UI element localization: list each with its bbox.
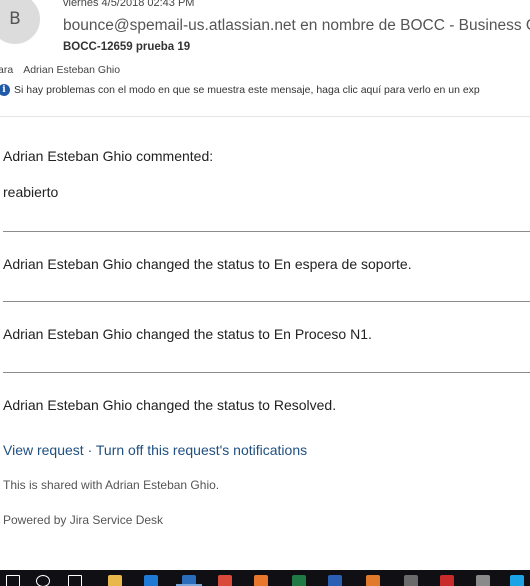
sublime-icon[interactable] bbox=[366, 575, 380, 586]
header-divider bbox=[0, 116, 530, 117]
app-icon[interactable] bbox=[404, 575, 418, 586]
info-icon: i bbox=[0, 84, 10, 96]
link-separator: · bbox=[87, 442, 93, 458]
outlook-icon[interactable] bbox=[176, 575, 202, 586]
sender-avatar: B bbox=[0, 0, 40, 44]
windows-start-icon[interactable] bbox=[6, 575, 20, 586]
status-change: Adrian Esteban Ghio changed the status t… bbox=[3, 326, 372, 342]
to-recipient[interactable]: Adrian Esteban Ghio bbox=[23, 64, 120, 76]
turn-off-notifications-link[interactable]: Turn off this request's notifications bbox=[96, 442, 307, 458]
search-icon[interactable] bbox=[36, 575, 50, 586]
status-change: Adrian Esteban Ghio changed the status t… bbox=[3, 256, 412, 272]
divider bbox=[3, 231, 530, 232]
chrome-icon[interactable] bbox=[218, 575, 232, 586]
word-icon[interactable] bbox=[328, 575, 342, 586]
view-request-link[interactable]: View request bbox=[3, 442, 84, 458]
status-change: Adrian Esteban Ghio changed the status t… bbox=[3, 397, 337, 413]
edge-icon[interactable] bbox=[144, 575, 158, 586]
powered-by-text: Powered by Jira Service Desk bbox=[3, 513, 164, 527]
email-header: B viernes 4/5/2018 02:43 PM bounce@spema… bbox=[0, 0, 530, 118]
photo-icon[interactable] bbox=[476, 575, 490, 586]
file-explorer-icon[interactable] bbox=[108, 575, 122, 586]
email-subject: BOCC-12659 prueba 19 bbox=[63, 41, 191, 53]
request-links: View request · Turn off this request's n… bbox=[3, 442, 307, 458]
info-bar[interactable]: i Si hay problemas con el modo en que se… bbox=[0, 84, 480, 96]
shared-with-text: This is shared with Adrian Esteban Ghio. bbox=[3, 478, 220, 492]
comment-text: reabierto bbox=[3, 184, 59, 200]
excel-icon[interactable] bbox=[292, 575, 306, 586]
firefox-icon[interactable] bbox=[254, 575, 268, 586]
comment-header: Adrian Esteban Ghio commented: bbox=[3, 148, 214, 164]
skype-icon[interactable] bbox=[510, 575, 524, 586]
email-sender[interactable]: bounce@spemail-us.atlassian.net en nombr… bbox=[63, 17, 530, 35]
info-text: Si hay problemas con el modo en que se m… bbox=[14, 84, 480, 96]
task-view-icon[interactable] bbox=[68, 575, 82, 586]
to-label: ara bbox=[0, 64, 14, 76]
filezilla-icon[interactable] bbox=[440, 575, 454, 586]
windows-taskbar bbox=[0, 570, 530, 586]
divider bbox=[3, 372, 530, 373]
to-row: ara Adrian Esteban Ghio bbox=[0, 64, 120, 76]
email-date: viernes 4/5/2018 02:43 PM bbox=[63, 0, 195, 9]
divider bbox=[3, 301, 530, 302]
